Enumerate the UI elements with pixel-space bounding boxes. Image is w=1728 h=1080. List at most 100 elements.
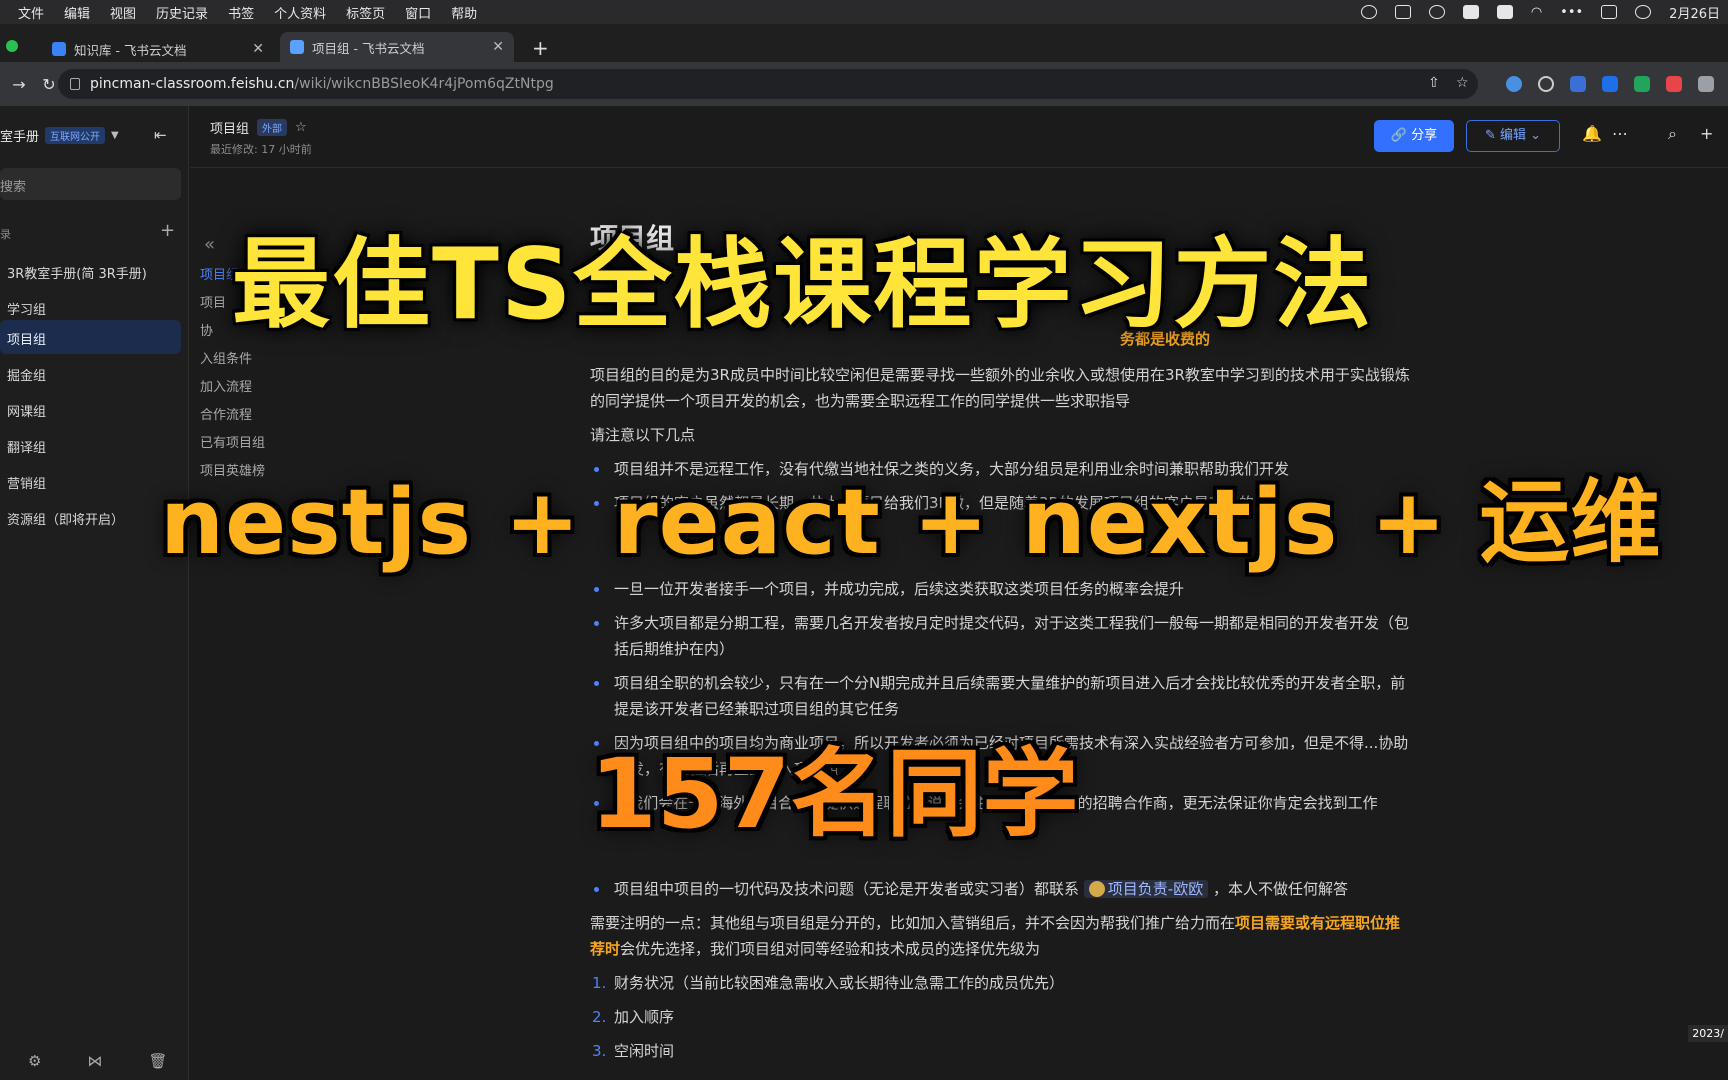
reload-icon[interactable]: ↻: [38, 75, 60, 94]
space-title[interactable]: 室手册 互联网公开 ▼: [0, 126, 119, 145]
sidebar-item-juejin[interactable]: 掘金组: [0, 356, 181, 390]
search-input[interactable]: 搜索: [0, 168, 181, 200]
ordered-item: 1. 财务状况（当前比较困难急需收入或长期待业急需工作的成员优先）: [590, 970, 1064, 996]
outline-item[interactable]: 已有项目组: [200, 432, 265, 451]
close-icon[interactable]: ✕: [252, 41, 264, 57]
note-suffix: 会优先选择，我们项目组对同等经验和技术成员的选择优先级为: [620, 940, 1041, 958]
green-ext-icon[interactable]: [1634, 76, 1650, 92]
share-label: 分享: [1411, 128, 1438, 143]
forward-icon[interactable]: →: [8, 75, 30, 94]
extensions-puzzle-icon[interactable]: [1698, 76, 1714, 92]
edit-button[interactable]: ✎ 编辑 ⌄: [1466, 120, 1560, 152]
tab-project-group[interactable]: 项目组 - 飞书云文档 ✕: [280, 32, 514, 62]
list-item: 许多大项目都是分期工程，需要几名开发者按月定时提交代码，对于这类工程我们一般每一…: [590, 610, 1410, 662]
wifi-icon[interactable]: ◠: [1531, 5, 1542, 20]
layers-ext-icon[interactable]: [1570, 76, 1586, 92]
outline-item[interactable]: 协: [200, 320, 213, 339]
tab-label: 项目组 - 飞书云文档: [312, 40, 425, 56]
react-ext-icon[interactable]: [1506, 76, 1522, 92]
list-item-contact: 项目组中项目的一切代码及技术问题（无论是开发者或实习者）都联系 项目负责-欧欧 …: [590, 876, 1410, 902]
search-icon[interactable]: ⌕: [1668, 124, 1677, 144]
new-tab-button[interactable]: +: [532, 36, 549, 60]
collapse-outline-icon[interactable]: «: [204, 234, 215, 255]
avatar: [1088, 881, 1105, 897]
overlay-tech-stack: nestjs + react + nextjs + 运维: [160, 470, 1662, 575]
sidebar-item-project[interactable]: 项目组: [0, 320, 181, 354]
list-item: 一旦一位开发者接手一个项目，并成功完成，后续这类获取这类项目任务的概率会提升: [590, 576, 1410, 602]
lock-icon: [70, 78, 80, 90]
siri-icon[interactable]: [1635, 5, 1652, 19]
outline-item[interactable]: 合作流程: [200, 404, 252, 423]
item-number: 1.: [592, 974, 607, 992]
page-title: 项目组: [210, 122, 250, 137]
outline-item[interactable]: 加入流程: [200, 376, 252, 395]
menu-tabs[interactable]: 标签页: [336, 3, 395, 22]
app-s-icon[interactable]: [1496, 5, 1513, 19]
menu-edit[interactable]: 编辑: [54, 3, 100, 22]
menu-help[interactable]: 帮助: [441, 3, 487, 22]
translate-ext-icon[interactable]: [1602, 76, 1618, 92]
sidebar-footer: ⚙ ⋈ 🗑: [28, 1052, 168, 1070]
add-page-button[interactable]: +: [160, 220, 175, 241]
figma-ext-icon[interactable]: [1666, 76, 1682, 92]
sidebar-item-study[interactable]: 学习组: [0, 290, 181, 324]
star-icon[interactable]: ☆: [295, 120, 307, 135]
menu-file[interactable]: 文件: [8, 3, 54, 22]
ordered-item: 2. 加入顺序: [590, 1004, 674, 1030]
menu-profile[interactable]: 个人资料: [264, 3, 336, 22]
mac-menubar: 文件 编辑 视图 历史记录 书签 个人资料 标签页 窗口 帮助 ◠ ••• 2月…: [0, 0, 1728, 24]
clock[interactable]: 2月26日: [1669, 3, 1720, 22]
mention-name: 项目负责-欧欧: [1107, 880, 1204, 898]
more-icon[interactable]: •••: [1560, 5, 1583, 20]
note-paragraph: 需要注明的一点：其他组与项目组是分开的，比如加入营销组后，并不会因为帮我们推广给…: [590, 910, 1410, 962]
share-button[interactable]: 🔗 分享: [1374, 120, 1454, 152]
external-badge: 外部: [257, 119, 288, 136]
bookmark-star-icon[interactable]: ☆: [1456, 75, 1469, 91]
sidebar-item-handbook[interactable]: 3R教室手册(简 3R手册): [0, 254, 181, 288]
gear-icon[interactable]: ⚙: [28, 1052, 41, 1070]
menu-view[interactable]: 视图: [100, 3, 146, 22]
edit-label: 编辑: [1499, 128, 1526, 143]
directory-label: 录: [0, 228, 11, 241]
outline-item[interactable]: 项目: [200, 292, 226, 311]
chevron-down-icon[interactable]: ▼: [111, 130, 119, 141]
tab-knowledge-base[interactable]: 知识库 - 飞书云文档 ✕: [42, 36, 274, 62]
outline-item[interactable]: 入组条件: [200, 348, 252, 367]
sidebar-item-marketing[interactable]: 营销组: [0, 464, 181, 498]
bell-icon[interactable]: 🔔: [1582, 124, 1602, 143]
menu-bookmarks[interactable]: 书签: [218, 3, 264, 22]
tab-label: 知识库 - 飞书云文档: [74, 42, 187, 58]
share-page-icon[interactable]: ⇧: [1428, 75, 1440, 91]
trash-icon[interactable]: 🗑: [148, 1052, 167, 1070]
battery-icon[interactable]: [1462, 5, 1479, 19]
record-ext-icon[interactable]: [1538, 76, 1554, 92]
item-number: 3.: [592, 1042, 607, 1060]
cat-icon[interactable]: [1428, 5, 1445, 19]
more-icon[interactable]: ⋯: [1612, 124, 1628, 143]
feishu-favicon-icon: [290, 40, 304, 54]
menu-history[interactable]: 历史记录: [146, 3, 218, 22]
overlay-student-count: 157名同学: [590, 738, 1079, 850]
note-text: 需要注明的一点：其他组与项目组是分开的，比如加入营销组后，并不会因为帮我们推广给…: [590, 914, 1236, 932]
user-mention[interactable]: 项目负责-欧欧: [1083, 880, 1209, 898]
url-field[interactable]: pincman-classroom.feishu.cn/wiki/wikcnBB…: [58, 69, 1478, 99]
sidebar-item-course[interactable]: 网课组: [0, 392, 181, 426]
item-number: 2.: [592, 1008, 607, 1026]
status-icon[interactable]: [1360, 5, 1377, 19]
share-icon[interactable]: ⋈: [87, 1052, 102, 1070]
address-bar-row: → ↻ pincman-classroom.feishu.cn/wiki/wik…: [0, 62, 1728, 106]
control-center-icon[interactable]: [1601, 5, 1618, 19]
collapse-sidebar-icon[interactable]: ⇤: [154, 126, 167, 144]
doc-header: 项目组 外部 ☆ 最近修改: 17 小时前 🔗 分享 ✎ 编辑 ⌄ 🔔 ⋯ ⌕ …: [190, 106, 1728, 168]
camera-icon[interactable]: [1394, 5, 1411, 19]
window-zoom-button[interactable]: [6, 40, 18, 52]
close-icon[interactable]: ✕: [492, 39, 504, 55]
add-icon[interactable]: +: [1700, 124, 1713, 143]
intro-paragraph: 项目组的目的是为3R成员中时间比较空闲但是需要寻找一些额外的业余收入或想使用在3…: [590, 366, 1410, 410]
menu-window[interactable]: 窗口: [395, 3, 441, 22]
sidebar-item-translate[interactable]: 翻译组: [0, 428, 181, 462]
corner-timestamp: 2023/: [1688, 1025, 1728, 1042]
sidebar-item-resource[interactable]: 资源组（即将开启）: [0, 500, 181, 534]
wiki-sidebar: 室手册 互联网公开 ▼ ⇤ 搜索 录 + 3R教室手册(简 3R手册) 学习组 …: [0, 106, 189, 1080]
list-item: 项目组全职的机会较少，只有在一个分N期完成并且后续需要大量维护的新项目进入后才会…: [590, 670, 1410, 722]
